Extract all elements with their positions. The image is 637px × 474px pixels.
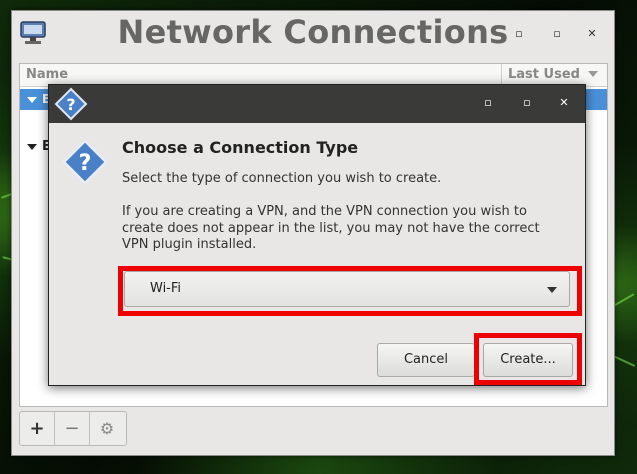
expander-down-icon[interactable] [27,144,37,150]
main-titlebar[interactable]: Network Connections ▫ ▫ ✕ [12,11,614,61]
dialog-close-icon[interactable]: ✕ [557,96,571,109]
connection-type-dialog: ? ▫ ▫ ✕ ? Choose a Connection Type Selec… [48,84,586,386]
dialog-minimize-icon[interactable]: ▫ [481,96,495,109]
question-diamond-icon: ? [62,139,108,185]
add-connection-button[interactable]: + [20,412,55,445]
question-diamond-icon: ? [54,87,88,121]
dialog-heading: Choose a Connection Type [122,138,359,157]
settings-gear-button[interactable]: ⚙ [90,412,124,445]
dropdown-selected-value: Wi-Fi [150,281,182,296]
connection-type-dropdown[interactable]: Wi-Fi [124,271,570,307]
dialog-subtitle: Select the type of connection you wish t… [122,171,442,186]
wallpaper-streak [612,355,636,367]
close-icon[interactable]: ✕ [585,27,599,40]
cancel-button[interactable]: Cancel [377,343,475,377]
maximize-icon[interactable]: ▫ [550,27,564,40]
expander-down-icon[interactable] [27,97,37,103]
remove-connection-button[interactable]: − [55,412,90,445]
column-header-last-used[interactable]: Last Used [508,67,580,82]
chevron-down-icon [547,287,557,293]
column-separator [501,64,502,86]
minimize-icon[interactable]: ▫ [512,27,526,40]
list-toolbar: + − ⚙ [19,411,127,446]
sort-arrow-icon[interactable] [588,71,598,77]
create-button[interactable]: Create... [483,343,573,377]
svg-text:?: ? [79,151,92,176]
dialog-titlebar[interactable]: ? ▫ ▫ ✕ [49,85,585,123]
column-header-name[interactable]: Name [26,67,68,82]
svg-text:?: ? [66,95,75,114]
vpn-note: If you are creating a VPN, and the VPN c… [122,204,540,252]
dialog-maximize-icon[interactable]: ▫ [520,96,534,109]
